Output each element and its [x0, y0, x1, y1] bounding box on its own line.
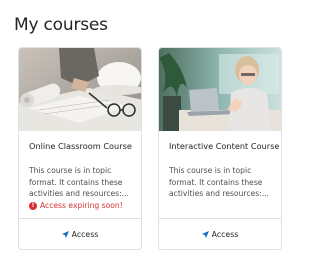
- course-card-online-classroom: Online Classroom Course This course is i…: [18, 47, 142, 250]
- hardhat-blueprint-photo: [19, 48, 141, 131]
- paper-plane-icon: [201, 230, 209, 238]
- course-description: This course is in topic format. It conta…: [29, 165, 135, 200]
- description-line: This course is in topic: [29, 166, 112, 175]
- woman-laptop-photo: [159, 48, 281, 131]
- course-title[interactable]: Online Classroom Course: [29, 141, 141, 151]
- description-line: activities and resources:...: [169, 189, 269, 199]
- course-card-interactive-content: Interactive Content Course This course i…: [158, 47, 282, 250]
- description-line: format. It contains these: [169, 177, 263, 187]
- course-description: This course is in topic format. It conta…: [169, 165, 275, 200]
- description-line: activities and resources:...: [29, 189, 129, 199]
- access-button[interactable]: Access: [19, 218, 141, 249]
- course-image[interactable]: [19, 48, 141, 131]
- my-courses-page: My courses Online Classroom Course This …: [0, 0, 300, 270]
- description-line: This course is in topic: [169, 166, 252, 175]
- access-expiring-warning: ! Access expiring soon!: [29, 201, 123, 210]
- description-line: format. It contains these: [29, 177, 123, 187]
- course-title[interactable]: Interactive Content Course: [169, 141, 281, 151]
- course-image[interactable]: [159, 48, 281, 131]
- exclamation-circle-icon: !: [29, 201, 37, 210]
- access-button[interactable]: Access: [159, 218, 281, 249]
- access-label: Access: [71, 229, 99, 239]
- paper-plane-icon: [61, 230, 69, 238]
- warning-text: Access expiring soon!: [40, 201, 123, 210]
- page-title: My courses: [14, 15, 108, 35]
- access-label: Access: [211, 229, 239, 239]
